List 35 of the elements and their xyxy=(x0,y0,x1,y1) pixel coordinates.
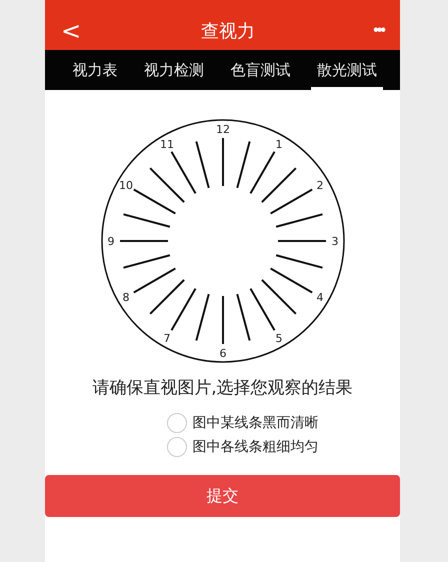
dial-number: 2 xyxy=(316,179,323,192)
option-label: 图中某线条黑而清晰 xyxy=(192,414,318,432)
tab[interactable]: 散光测试 xyxy=(310,50,383,90)
dial-number: 8 xyxy=(122,291,129,304)
dial-line xyxy=(260,279,296,315)
page-title: 查视力 xyxy=(201,20,256,43)
dial-number: 7 xyxy=(163,332,170,345)
dial-number: 10 xyxy=(118,179,132,192)
radio-button[interactable] xyxy=(166,437,186,457)
dial-number: 11 xyxy=(160,138,174,151)
dial-number: 4 xyxy=(316,291,323,304)
dial-line xyxy=(222,296,224,344)
tab[interactable]: 视力表 xyxy=(66,50,124,90)
dial-line xyxy=(120,240,168,242)
option-label: 图中各线条粗细均匀 xyxy=(192,438,318,456)
submit-button[interactable]: 提交 xyxy=(45,475,400,517)
dial-number: 9 xyxy=(107,235,114,248)
radio-option[interactable]: 图中各线条粗细均匀 xyxy=(166,437,318,457)
instruction-text: 请确保直视图片,选择您观察的结果 xyxy=(91,377,354,399)
tab[interactable]: 视力检测 xyxy=(138,50,210,90)
back-button[interactable]: < xyxy=(55,17,88,45)
radio-button[interactable] xyxy=(166,413,186,433)
dial-number: 1 xyxy=(275,138,282,151)
dial-number: 5 xyxy=(275,332,282,345)
tab[interactable]: 色盲测试 xyxy=(224,50,296,90)
dial-line xyxy=(278,240,326,242)
dial-number: 12 xyxy=(216,123,230,136)
dial-line xyxy=(148,167,184,203)
more-button[interactable]: ••• xyxy=(369,22,388,40)
dial-line xyxy=(148,279,184,315)
dial-line xyxy=(260,167,296,203)
dial-line xyxy=(222,138,224,186)
radio-option[interactable]: 图中某线条黑而清晰 xyxy=(166,413,318,433)
dial-number: 6 xyxy=(219,347,226,360)
dial-number: 3 xyxy=(331,235,338,248)
